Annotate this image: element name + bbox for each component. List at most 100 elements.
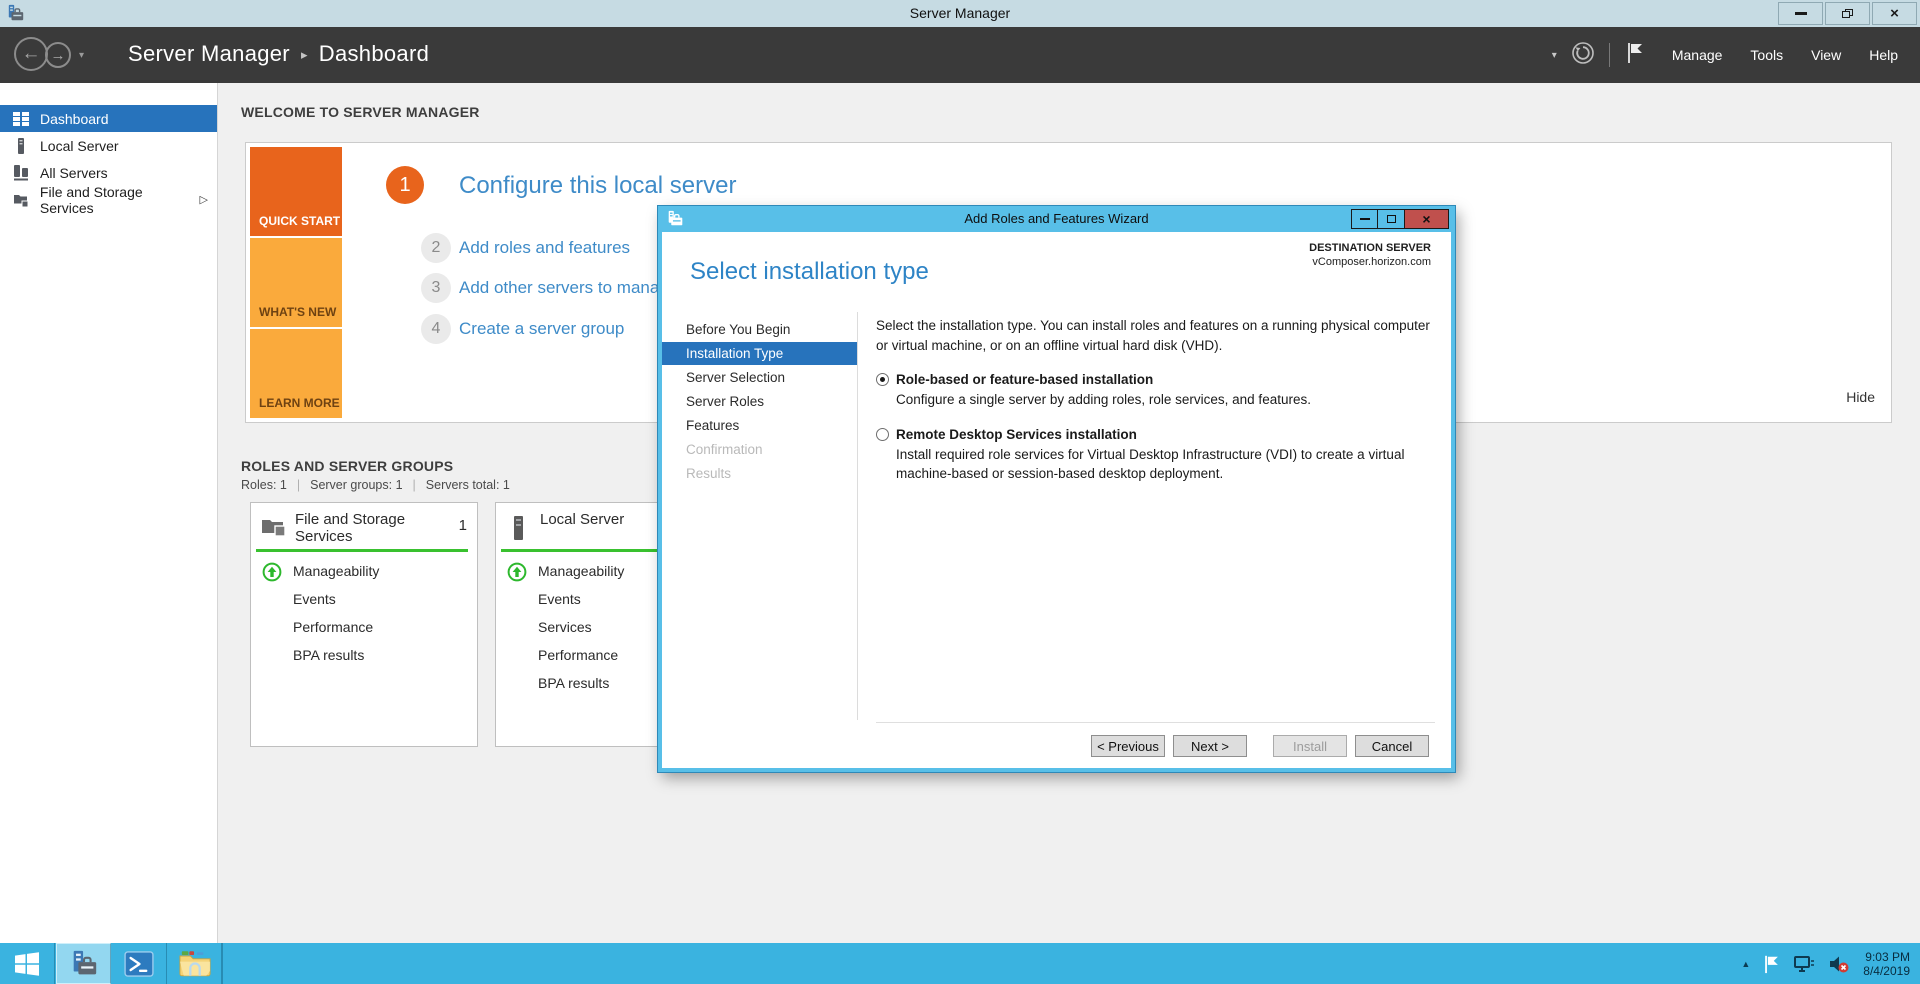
- wizard-step-before-you-begin[interactable]: Before You Begin: [662, 318, 857, 341]
- forward-button[interactable]: →: [45, 42, 71, 68]
- action-center-flag-icon: [1763, 954, 1780, 974]
- next-button[interactable]: Next >: [1173, 735, 1247, 757]
- menu-view[interactable]: View: [1811, 47, 1841, 63]
- cancel-button[interactable]: Cancel: [1355, 735, 1429, 757]
- clock-time: 9:03 PM: [1863, 950, 1910, 964]
- spacer: [262, 646, 283, 665]
- tray-expand-button[interactable]: ▲: [1741, 959, 1750, 969]
- wizard-step-server-selection[interactable]: Server Selection: [662, 366, 857, 389]
- sidebar-item-dashboard[interactable]: Dashboard: [0, 105, 217, 132]
- wizard-close-button[interactable]: ×: [1405, 209, 1449, 229]
- radio-button-icon[interactable]: [876, 428, 889, 441]
- file-explorer-icon: [179, 950, 211, 977]
- spacer: [507, 646, 528, 665]
- maximize-icon: [1387, 215, 1396, 223]
- server-manager-icon: [69, 949, 99, 979]
- tile-item-label: Performance: [538, 647, 618, 663]
- roles-stats: Roles: 1 | Server groups: 1 | Servers to…: [241, 478, 510, 492]
- radio-remote-desktop[interactable]: Remote Desktop Services installation: [876, 427, 1431, 442]
- destination-server-label: DESTINATION SERVER: [1309, 242, 1431, 254]
- wizard-step-features[interactable]: Features: [662, 414, 857, 437]
- tile-item-manageability[interactable]: Manageability: [251, 557, 477, 585]
- wizard-step-results: Results: [662, 462, 857, 485]
- tray-network-button[interactable]: [1793, 955, 1815, 973]
- tile-file-storage-services: File and Storage Services 1 Manageabilit…: [250, 502, 478, 747]
- taskbar-clock[interactable]: 9:03 PM 8/4/2019: [1863, 950, 1910, 978]
- sidebar-item-local-server[interactable]: Local Server: [0, 132, 217, 159]
- navbar-right-cluster: ▾ Manage Tools View Help: [1552, 27, 1898, 83]
- hide-welcome-button[interactable]: Hide: [1846, 389, 1875, 405]
- link-add-roles-features[interactable]: Add roles and features: [459, 238, 630, 258]
- wizard-step-server-roles[interactable]: Server Roles: [662, 390, 857, 413]
- wizard-maximize-button[interactable]: [1378, 209, 1405, 229]
- menu-help[interactable]: Help: [1869, 47, 1898, 63]
- wizard-title: Add Roles and Features Wizard: [658, 211, 1455, 226]
- tile-item-events[interactable]: Events: [251, 585, 477, 613]
- tile-title-link[interactable]: Local Server: [540, 511, 672, 546]
- restore-button[interactable]: [1825, 2, 1870, 25]
- navigation-bar: ← → ▾ Server Manager▸Dashboard ▾ Manage …: [0, 27, 1920, 83]
- tab-whats-new[interactable]: WHAT'S NEW: [250, 238, 342, 327]
- tile-title-link[interactable]: File and Storage Services: [295, 511, 427, 545]
- wizard-intro-text: Select the installation type. You can in…: [876, 316, 1431, 355]
- sidebar-item-all-servers[interactable]: All Servers: [0, 159, 217, 186]
- tray-flag-button[interactable]: [1763, 954, 1780, 974]
- wizard-panel-divider: [857, 312, 858, 720]
- flag-notifications-button[interactable]: [1626, 42, 1644, 69]
- wizard-content: Select the installation type. You can in…: [876, 316, 1431, 484]
- taskbar-server-manager-button[interactable]: [56, 943, 111, 984]
- wizard-body: Select installation type DESTINATION SER…: [662, 232, 1451, 768]
- speaker-muted-icon: [1828, 955, 1849, 973]
- tile-item-list: Manageability Events Performance BPA res…: [251, 557, 477, 669]
- history-dropdown[interactable]: ▾: [79, 50, 84, 61]
- tile-item-label: BPA results: [538, 675, 609, 691]
- back-arrow-icon: ←: [22, 43, 41, 65]
- refresh-button[interactable]: [1571, 41, 1595, 70]
- spacer: [262, 618, 283, 637]
- wizard-step-installation-type[interactable]: Installation Type: [662, 342, 857, 365]
- tray-volume-muted-button[interactable]: [1828, 955, 1849, 973]
- notifications-dropdown[interactable]: ▾: [1552, 50, 1557, 61]
- step-number: 1: [399, 174, 410, 197]
- tile-item-label: Manageability: [293, 563, 379, 579]
- wizard-page-heading: Select installation type: [690, 258, 929, 286]
- option-label[interactable]: Role-based or feature-based installation: [896, 372, 1153, 387]
- link-configure-local-server[interactable]: Configure this local server: [459, 172, 736, 200]
- radio-button-icon[interactable]: [876, 373, 889, 386]
- sidebar: Dashboard Local Server All Servers File …: [0, 83, 218, 943]
- step-2-badge: 2: [421, 233, 451, 263]
- restore-icon: [1842, 9, 1853, 18]
- step-3-badge: 3: [421, 273, 451, 303]
- tile-item-performance[interactable]: Performance: [251, 613, 477, 641]
- tab-label: LEARN MORE: [259, 396, 340, 410]
- step-4-badge: 4: [421, 314, 451, 344]
- wizard-titlebar[interactable]: Add Roles and Features Wizard ×: [658, 206, 1455, 232]
- sidebar-item-file-storage-services[interactable]: File and Storage Services ▷: [0, 186, 217, 213]
- link-add-other-servers[interactable]: Add other servers to manage: [459, 278, 678, 298]
- breadcrumb-page[interactable]: Dashboard: [319, 41, 429, 66]
- taskbar-powershell-button[interactable]: [112, 943, 167, 984]
- taskbar-file-explorer-button[interactable]: [168, 943, 223, 984]
- option-description: Install required role services for Virtu…: [896, 446, 1431, 484]
- start-button[interactable]: [0, 943, 55, 984]
- breadcrumb-root[interactable]: Server Manager: [128, 41, 290, 66]
- close-button[interactable]: ×: [1872, 2, 1917, 25]
- option-label[interactable]: Remote Desktop Services installation: [896, 427, 1137, 442]
- minimize-icon: [1795, 12, 1807, 15]
- radio-role-based[interactable]: Role-based or feature-based installation: [876, 372, 1431, 387]
- link-create-server-group[interactable]: Create a server group: [459, 319, 624, 339]
- destination-server-name: vComposer.horizon.com: [1309, 256, 1431, 268]
- all-servers-icon: [13, 164, 30, 181]
- minimize-button[interactable]: [1778, 2, 1823, 25]
- previous-button[interactable]: < Previous: [1091, 735, 1165, 757]
- spacer: [507, 674, 528, 693]
- menu-manage[interactable]: Manage: [1672, 47, 1723, 63]
- back-button[interactable]: ←: [14, 37, 48, 71]
- tab-quick-start[interactable]: QUICK START: [250, 147, 342, 236]
- menu-tools[interactable]: Tools: [1750, 47, 1783, 63]
- manageability-up-icon: [507, 562, 528, 581]
- tile-item-bpa-results[interactable]: BPA results: [251, 641, 477, 669]
- wizard-minimize-button[interactable]: [1351, 209, 1378, 229]
- tab-learn-more[interactable]: LEARN MORE: [250, 329, 342, 418]
- welcome-section-heading: WELCOME TO SERVER MANAGER: [241, 104, 480, 120]
